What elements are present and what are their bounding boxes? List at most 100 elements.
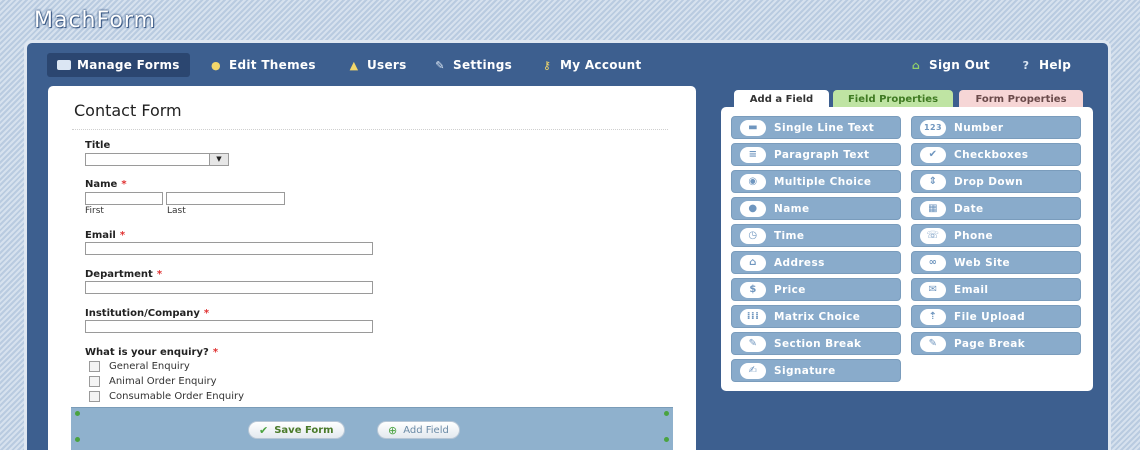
add-single-line-text-button[interactable]: ▬ Single Line Text xyxy=(731,116,901,139)
add-field-button[interactable]: ⊕ Add Field xyxy=(377,421,460,439)
required-marker: * xyxy=(212,347,219,358)
button-label: Paragraph Text xyxy=(774,148,870,161)
add-number-button[interactable]: 123 Number xyxy=(911,116,1081,139)
department-input[interactable] xyxy=(85,281,373,294)
resize-handle[interactable] xyxy=(664,411,669,416)
button-label: Section Break xyxy=(774,337,862,350)
save-form-button[interactable]: ✔ Save Form xyxy=(248,421,345,439)
chevron-down-icon: ▼ xyxy=(209,154,228,165)
enquiry-option[interactable]: Consumable Order Enquiry xyxy=(89,391,244,402)
nav-edit-themes[interactable]: ● Edit Themes xyxy=(199,53,326,77)
button-label: Checkboxes xyxy=(954,148,1029,161)
enquiry-option[interactable]: General Enquiry xyxy=(89,361,190,372)
add-web-site-button[interactable]: ∞ Web Site xyxy=(911,251,1081,274)
paragraph-icon: ≡ xyxy=(740,146,766,163)
dollar-icon: $ xyxy=(740,281,766,298)
resize-handle[interactable] xyxy=(75,437,80,442)
button-label: Address xyxy=(774,256,825,269)
page-break-icon: ✎ xyxy=(920,335,946,352)
add-address-button[interactable]: ⌂ Address xyxy=(731,251,901,274)
label-text: Name xyxy=(85,179,118,190)
enquiry-option[interactable]: Animal Order Enquiry xyxy=(89,376,217,387)
nav-sign-out[interactable]: ⌂ Sign Out xyxy=(899,53,1000,77)
form-title[interactable]: Contact Form xyxy=(74,101,182,120)
link-icon: ∞ xyxy=(920,254,946,271)
required-marker: * xyxy=(156,269,163,280)
last-name-input[interactable] xyxy=(166,192,285,205)
field-label-department: Department * xyxy=(85,269,162,280)
add-email-button[interactable]: ✉ Email xyxy=(911,278,1081,301)
nav-users[interactable]: ▲ Users xyxy=(337,53,417,77)
add-signature-button[interactable]: ✍ Signature xyxy=(731,359,901,382)
add-field-panel: ▬ Single Line Text ≡ Paragraph Text ◉ Mu… xyxy=(721,107,1093,391)
phone-icon: ☏ xyxy=(920,227,946,244)
person-icon: ● xyxy=(740,200,766,217)
checkbox[interactable] xyxy=(89,361,100,372)
checkbox[interactable] xyxy=(89,391,100,402)
button-label: Single Line Text xyxy=(774,121,875,134)
add-page-break-button[interactable]: ✎ Page Break xyxy=(911,332,1081,355)
resize-handle[interactable] xyxy=(664,437,669,442)
button-label: Multiple Choice xyxy=(774,175,872,188)
add-section-break-button[interactable]: ✎ Section Break xyxy=(731,332,901,355)
wrench-icon: ✎ xyxy=(435,58,445,72)
label-text: What is your enquiry? xyxy=(85,347,209,358)
tab-label: Add a Field xyxy=(749,94,814,105)
add-drop-down-button[interactable]: ⇕ Drop Down xyxy=(911,170,1081,193)
add-checkboxes-button[interactable]: ✔ Checkboxes xyxy=(911,143,1081,166)
nav-label: Settings xyxy=(453,58,513,72)
button-label: Signature xyxy=(774,364,836,377)
button-label: Email xyxy=(954,283,989,296)
signature-icon: ✍ xyxy=(740,362,766,379)
key-icon: ⚷ xyxy=(542,58,552,72)
nav-label: Manage Forms xyxy=(77,58,180,72)
nav-manage-forms[interactable]: Manage Forms xyxy=(47,53,190,77)
checkbox-icon: ✔ xyxy=(920,146,946,163)
add-multiple-choice-button[interactable]: ◉ Multiple Choice xyxy=(731,170,901,193)
required-marker: * xyxy=(119,230,126,241)
title-select[interactable]: ▼ xyxy=(85,153,229,166)
form-preview-panel: Contact Form Title ▼ Name * First Last Em… xyxy=(48,86,696,450)
label-text: Title xyxy=(85,140,111,151)
add-time-button[interactable]: ◷ Time xyxy=(731,224,901,247)
add-matrix-choice-button[interactable]: ⁞⁞⁞ Matrix Choice xyxy=(731,305,901,328)
button-label: Add Field xyxy=(403,424,449,436)
tab-label: Form Properties xyxy=(975,94,1067,105)
help-icon: ? xyxy=(1022,58,1030,72)
email-input[interactable] xyxy=(85,242,373,255)
field-label-name: Name * xyxy=(85,179,127,190)
nav-my-account[interactable]: ⚷ My Account xyxy=(530,53,652,77)
field-label-title: Title xyxy=(85,140,110,151)
label-text: Institution/Company xyxy=(85,308,200,319)
palette-icon: ● xyxy=(211,58,221,72)
add-file-upload-button[interactable]: ⇡ File Upload xyxy=(911,305,1081,328)
nav-help[interactable]: ? Help xyxy=(1009,53,1081,77)
institution-input[interactable] xyxy=(85,320,373,333)
add-price-button[interactable]: $ Price xyxy=(731,278,901,301)
add-paragraph-text-button[interactable]: ≡ Paragraph Text xyxy=(731,143,901,166)
field-label-email: Email * xyxy=(85,230,125,241)
calendar-icon: ▦ xyxy=(920,200,946,217)
resize-handle[interactable] xyxy=(75,411,80,416)
nav-label: Sign Out xyxy=(929,58,990,72)
button-label: Price xyxy=(774,283,806,296)
last-sublabel: Last xyxy=(167,206,186,216)
add-name-button[interactable]: ● Name xyxy=(731,197,901,220)
envelope-icon: ✉ xyxy=(920,281,946,298)
required-marker: * xyxy=(203,308,210,319)
nav-settings[interactable]: ✎ Settings xyxy=(423,53,522,77)
field-label-enquiry: What is your enquiry? * xyxy=(85,347,218,358)
first-name-input[interactable] xyxy=(85,192,163,205)
form-icon xyxy=(57,60,71,70)
label-text: Email xyxy=(85,230,116,241)
button-label: Save Form xyxy=(274,424,334,436)
form-action-bar: ✔ Save Form ⊕ Add Field xyxy=(71,407,673,450)
field-label-institution: Institution/Company * xyxy=(85,308,209,319)
house-icon: ⌂ xyxy=(740,254,766,271)
checkbox[interactable] xyxy=(89,376,100,387)
add-phone-button[interactable]: ☏ Phone xyxy=(911,224,1081,247)
sign-out-icon: ⌂ xyxy=(911,58,921,72)
clock-icon: ◷ xyxy=(740,227,766,244)
add-date-button[interactable]: ▦ Date xyxy=(911,197,1081,220)
option-label: General Enquiry xyxy=(109,361,190,372)
